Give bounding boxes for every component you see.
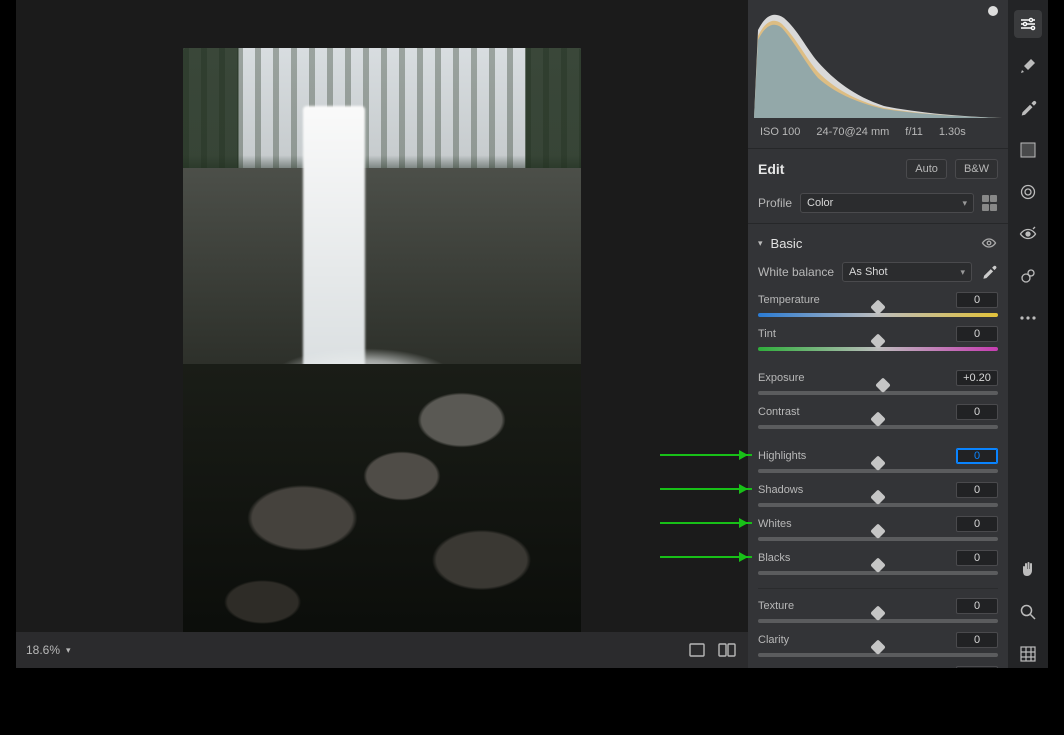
chevron-down-icon: ▾ <box>758 238 763 249</box>
meta-aperture: f/11 <box>905 126 923 138</box>
shadows-value[interactable]: 0 <box>956 482 998 498</box>
radial-tool-icon[interactable] <box>1014 178 1042 206</box>
texture-track[interactable] <box>758 619 998 623</box>
zoom-value: 18.6% <box>26 643 60 657</box>
chevron-down-icon: ▾ <box>962 198 967 209</box>
profile-label: Profile <box>758 196 792 210</box>
tint-label: Tint <box>758 328 776 340</box>
dehaze-value[interactable]: 0 <box>956 666 998 668</box>
gradient-tool-icon[interactable] <box>1014 136 1042 164</box>
profile-row: Profile Color ▾ <box>748 187 1008 224</box>
capture-metadata: ISO 100 24-70@24 mm f/11 1.30s <box>748 120 1008 149</box>
histogram[interactable] <box>748 0 1008 120</box>
temperature-label: Temperature <box>758 294 820 306</box>
temperature-value[interactable]: 0 <box>956 292 998 308</box>
basic-section-header[interactable]: ▾ Basic <box>748 224 1008 258</box>
compare-view-button[interactable] <box>716 639 738 661</box>
blacks-value[interactable]: 0 <box>956 550 998 566</box>
exposure-track[interactable] <box>758 391 998 395</box>
exposure-slider[interactable]: Exposure +0.20 <box>758 368 998 402</box>
tint-track[interactable] <box>758 347 998 351</box>
tool-rail <box>1008 0 1048 668</box>
highlights-label: Highlights <box>758 450 806 462</box>
shadows-label: Shadows <box>758 484 803 496</box>
meta-iso: ISO 100 <box>760 126 800 138</box>
profile-browser-button[interactable] <box>982 195 998 211</box>
contrast-track[interactable] <box>758 425 998 429</box>
white-balance-label: White balance <box>758 265 834 279</box>
blacks-label: Blacks <box>758 552 790 564</box>
meta-shutter: 1.30s <box>939 126 966 138</box>
white-balance-value: As Shot <box>849 266 888 278</box>
contrast-label: Contrast <box>758 406 800 418</box>
grid-view-icon[interactable] <box>1014 640 1042 668</box>
more-icon[interactable] <box>1014 304 1042 332</box>
single-view-button[interactable] <box>686 639 708 661</box>
clarity-value[interactable]: 0 <box>956 632 998 648</box>
profile-select[interactable]: Color ▾ <box>800 193 974 213</box>
temperature-track[interactable] <box>758 313 998 317</box>
preview-image[interactable] <box>183 48 581 644</box>
tint-slider[interactable]: Tint 0 <box>758 324 998 358</box>
eyedropper-tool-icon[interactable] <box>1014 94 1042 122</box>
annotation-arrow-shadows <box>660 488 752 490</box>
exposure-label: Exposure <box>758 372 804 384</box>
image-preview-area[interactable] <box>16 0 748 668</box>
clarity-track[interactable] <box>758 653 998 657</box>
texture-label: Texture <box>758 600 794 612</box>
auto-button[interactable]: Auto <box>906 159 947 179</box>
clarity-label: Clarity <box>758 634 789 646</box>
blacks-slider[interactable]: Blacks 0 <box>758 548 998 582</box>
zoom-tool-icon[interactable] <box>1014 598 1042 626</box>
edit-title: Edit <box>758 161 784 177</box>
contrast-value[interactable]: 0 <box>956 404 998 420</box>
chevron-down-icon: ▾ <box>66 645 71 656</box>
bw-button[interactable]: B&W <box>955 159 998 179</box>
shadows-track[interactable] <box>758 503 998 507</box>
highlights-track[interactable] <box>758 469 998 473</box>
clarity-slider[interactable]: Clarity 0 <box>758 630 998 664</box>
tint-value[interactable]: 0 <box>956 326 998 342</box>
white-balance-row: White balance As Shot ▾ <box>748 258 1008 290</box>
blacks-track[interactable] <box>758 571 998 575</box>
whites-track[interactable] <box>758 537 998 541</box>
white-balance-select[interactable]: As Shot ▾ <box>842 262 972 282</box>
contrast-slider[interactable]: Contrast 0 <box>758 402 998 436</box>
heal-tool-icon[interactable] <box>1014 262 1042 290</box>
annotation-arrow-highlights <box>660 454 752 456</box>
exposure-value[interactable]: +0.20 <box>956 370 998 386</box>
brush-tool-icon[interactable] <box>1014 52 1042 80</box>
edit-tool-icon[interactable] <box>1014 10 1042 38</box>
meta-lens: 24-70@24 mm <box>816 126 889 138</box>
white-balance-picker-icon[interactable] <box>980 263 998 281</box>
chevron-down-icon: ▾ <box>960 267 965 278</box>
whites-label: Whites <box>758 518 792 530</box>
shadows-slider[interactable]: Shadows 0 <box>758 480 998 514</box>
hand-tool-icon[interactable] <box>1014 556 1042 584</box>
annotation-arrow-blacks <box>660 556 752 558</box>
texture-value[interactable]: 0 <box>956 598 998 614</box>
dehaze-slider[interactable]: Dehaze0 <box>758 664 998 668</box>
redeye-tool-icon[interactable] <box>1014 220 1042 248</box>
edit-header: Edit Auto B&W <box>748 149 1008 187</box>
texture-slider[interactable]: Texture 0 <box>758 596 998 630</box>
highlights-value[interactable]: 0 <box>956 448 998 464</box>
visibility-toggle-icon[interactable] <box>980 234 998 252</box>
status-bar: 18.6% ▾ <box>16 632 748 668</box>
annotation-arrow-whites <box>660 522 752 524</box>
basic-section-title: Basic <box>771 236 972 251</box>
highlights-slider[interactable]: Highlights 0 <box>758 446 998 480</box>
zoom-dropdown[interactable]: 18.6% ▾ <box>26 643 71 657</box>
highlight-clipping-indicator[interactable] <box>988 6 998 16</box>
whites-value[interactable]: 0 <box>956 516 998 532</box>
whites-slider[interactable]: Whites 0 <box>758 514 998 548</box>
app-window: 18.6% ▾ ISO 100 24-70@24 mm f/11 1.30s <box>0 0 1064 735</box>
edit-panel: ISO 100 24-70@24 mm f/11 1.30s Edit Auto… <box>748 0 1008 668</box>
profile-value: Color <box>807 197 833 209</box>
basic-sliders: Temperature 0 Tint 0 Exposure +0.20 Contras… <box>748 290 1008 668</box>
temperature-slider[interactable]: Temperature 0 <box>758 290 998 324</box>
